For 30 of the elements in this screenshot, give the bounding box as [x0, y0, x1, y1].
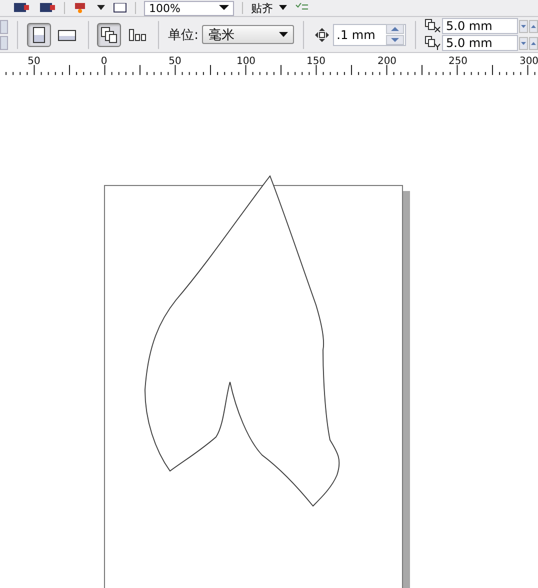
stacked-pages-icon	[100, 26, 118, 44]
caret-icon	[219, 5, 229, 11]
landscape-page-icon	[58, 28, 76, 40]
unit-dropdown[interactable]: 毫米	[202, 25, 294, 44]
spin-up-button[interactable]	[529, 20, 538, 32]
nudge-field[interactable]: .1 mm	[332, 24, 406, 46]
duplicate-x-field[interactable]: 5.0 mm	[442, 18, 518, 34]
caret-icon	[278, 32, 288, 37]
page-bars-icon	[128, 28, 146, 42]
horizontal-ruler: 50 0 50 100 150 200 250 300	[0, 53, 538, 75]
caret-icon[interactable]	[97, 5, 105, 11]
duplicate-x-icon	[425, 19, 441, 33]
move-icon	[314, 28, 329, 42]
spin-down-button[interactable]	[519, 20, 528, 32]
save-icon[interactable]	[12, 3, 30, 13]
zoom-dropdown[interactable]: 100%	[144, 0, 234, 16]
spin-down-button[interactable]	[519, 36, 528, 50]
window-icon[interactable]	[113, 3, 127, 13]
spin-up-button[interactable]	[386, 24, 404, 34]
snap-dropdown[interactable]: 贴齐	[251, 0, 287, 16]
spin-down-button[interactable]	[386, 35, 404, 45]
caret-icon	[279, 5, 287, 11]
duplicate-y-icon	[425, 36, 441, 50]
portrait-page-icon	[32, 26, 46, 44]
portrait-button[interactable]	[26, 22, 51, 46]
unit-label: 单位:	[168, 26, 198, 44]
duplicate-y-field[interactable]: 5.0 mm	[442, 35, 518, 51]
all-pages-button[interactable]	[97, 22, 122, 46]
spin-up-button[interactable]	[529, 36, 538, 50]
save-icon[interactable]	[38, 3, 56, 13]
